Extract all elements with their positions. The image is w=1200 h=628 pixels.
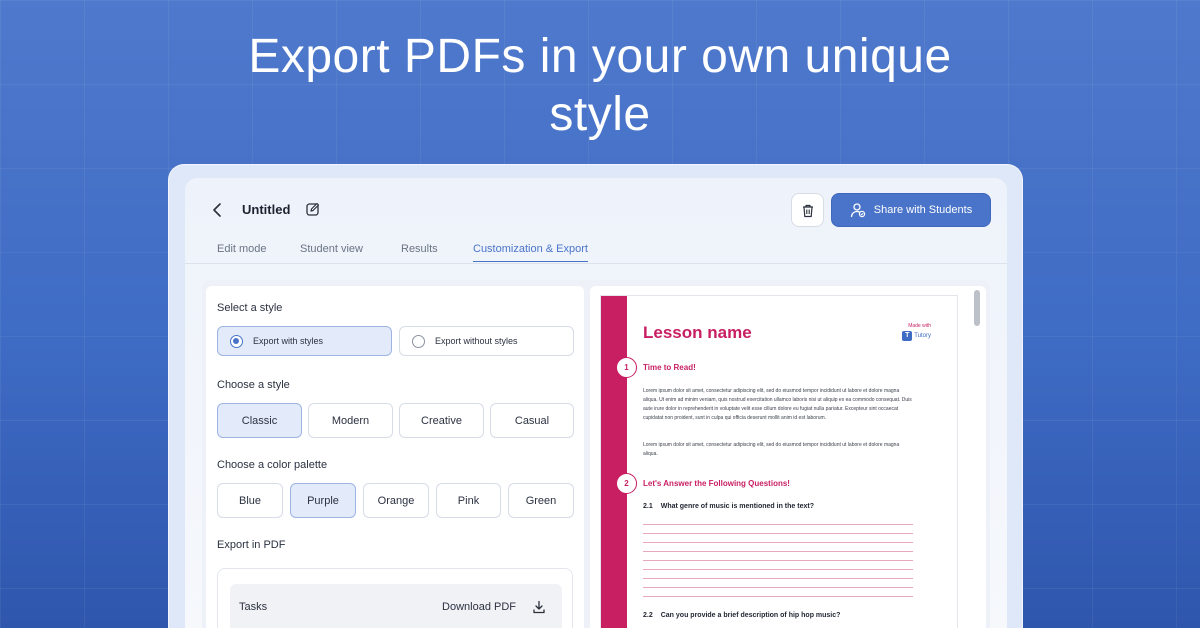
export-with-styles-option[interactable]: Export with styles bbox=[217, 326, 392, 356]
user-share-icon bbox=[850, 203, 865, 218]
download-pdf-label[interactable]: Download PDF bbox=[442, 601, 516, 613]
trash-icon bbox=[802, 204, 813, 217]
select-style-label: Select a style bbox=[217, 302, 283, 314]
style-classic-button[interactable]: Classic bbox=[217, 403, 302, 438]
section-2-title: Let's Answer the Following Questions! bbox=[643, 479, 790, 488]
palette-orange-button[interactable]: Orange bbox=[363, 483, 429, 518]
question-2-1-number: 2.1 bbox=[643, 503, 653, 510]
export-without-styles-label: Export without styles bbox=[435, 336, 518, 346]
palette-pink-button[interactable]: Pink bbox=[436, 483, 501, 518]
question-2-1-text: What genre of music is mentioned in the … bbox=[660, 503, 814, 510]
settings-panel: Select a style Export with styles Export… bbox=[206, 286, 584, 628]
export-without-styles-option[interactable]: Export without styles bbox=[399, 326, 574, 356]
tasks-label: Tasks bbox=[239, 601, 268, 613]
palette-blue-button[interactable]: Blue bbox=[217, 483, 283, 518]
section-2-number: 2 bbox=[616, 473, 637, 494]
headline-line-2: style bbox=[549, 88, 651, 141]
answer-line bbox=[643, 560, 913, 561]
pdf-page: Lesson name Made with T Tutory 1 Time to… bbox=[600, 295, 958, 628]
style-casual-button[interactable]: Casual bbox=[490, 403, 574, 438]
answer-line bbox=[643, 533, 913, 534]
share-button-label: Share with Students bbox=[873, 204, 973, 216]
top-bar: Untitled Share with Students bbox=[185, 178, 1007, 242]
question-2-2: 2.2 Can you provide a brief description o… bbox=[643, 612, 840, 619]
pdf-side-bar bbox=[601, 296, 627, 628]
tutory-brand: T Tutory bbox=[902, 331, 931, 341]
export-pdf-label: Export in PDF bbox=[217, 539, 286, 551]
tab-customization-export[interactable]: Customization & Export bbox=[473, 243, 588, 262]
edit-pencil-icon[interactable] bbox=[305, 201, 321, 217]
section-1-title: Time to Read! bbox=[643, 363, 696, 372]
style-modern-button[interactable]: Modern bbox=[308, 403, 393, 438]
export-tasks-row: Tasks Download PDF bbox=[230, 584, 562, 628]
pdf-paragraph-1: Lorem ipsum dolor sit amet, consectetur … bbox=[643, 388, 912, 421]
headline: Export PDFs in your own unique style bbox=[0, 28, 1200, 144]
download-icon[interactable] bbox=[532, 600, 546, 614]
tutory-logo-icon: T bbox=[902, 331, 913, 341]
preview-scrollbar[interactable] bbox=[974, 290, 980, 326]
headline-line-1: Export PDFs in your own unique bbox=[248, 30, 952, 83]
answer-line bbox=[643, 578, 913, 579]
export-with-styles-label: Export with styles bbox=[253, 336, 324, 346]
delete-button[interactable] bbox=[791, 193, 824, 227]
answer-line bbox=[643, 596, 913, 597]
app-window: Untitled Share with Students Edit mode S… bbox=[185, 178, 1007, 628]
tab-results[interactable]: Results bbox=[401, 243, 438, 261]
tutory-brand-label: Tutory bbox=[914, 333, 931, 339]
question-2-2-number: 2.2 bbox=[643, 612, 653, 619]
answer-line bbox=[643, 569, 913, 570]
style-creative-button[interactable]: Creative bbox=[399, 403, 484, 438]
answer-line bbox=[643, 551, 913, 552]
section-1-number: 1 bbox=[616, 357, 637, 378]
tab-bar: Edit mode Student view Results Customiza… bbox=[185, 240, 1007, 264]
answer-line bbox=[643, 542, 913, 543]
palette-purple-button[interactable]: Purple bbox=[290, 483, 356, 518]
tab-student-view[interactable]: Student view bbox=[300, 243, 363, 261]
question-2-1: 2.1 What genre of music is mentioned in t… bbox=[643, 503, 814, 510]
radio-unselected-icon bbox=[412, 334, 425, 348]
share-with-students-button[interactable]: Share with Students bbox=[831, 193, 991, 227]
export-pdf-box: Tasks Download PDF bbox=[217, 568, 573, 628]
radio-selected-icon bbox=[230, 334, 243, 348]
pdf-preview-panel: Lesson name Made with T Tutory 1 Time to… bbox=[590, 286, 986, 628]
pdf-paragraph-2: Lorem ipsum dolor sit amet, consectetur … bbox=[643, 442, 900, 457]
question-2-2-text: Can you provide a brief description of h… bbox=[660, 612, 841, 619]
document-title: Untitled bbox=[242, 202, 291, 217]
pdf-lesson-name: Lesson name bbox=[643, 323, 752, 342]
choose-palette-label: Choose a color palette bbox=[217, 459, 328, 471]
main-content: Select a style Export with styles Export… bbox=[202, 280, 990, 628]
tab-edit-mode[interactable]: Edit mode bbox=[217, 243, 267, 261]
pdf-made-with: Made with bbox=[908, 323, 931, 329]
answer-line bbox=[643, 587, 913, 588]
back-arrow-icon[interactable] bbox=[210, 200, 226, 220]
palette-green-button[interactable]: Green bbox=[508, 483, 574, 518]
answer-line bbox=[643, 524, 913, 525]
choose-style-label: Choose a style bbox=[217, 379, 290, 391]
